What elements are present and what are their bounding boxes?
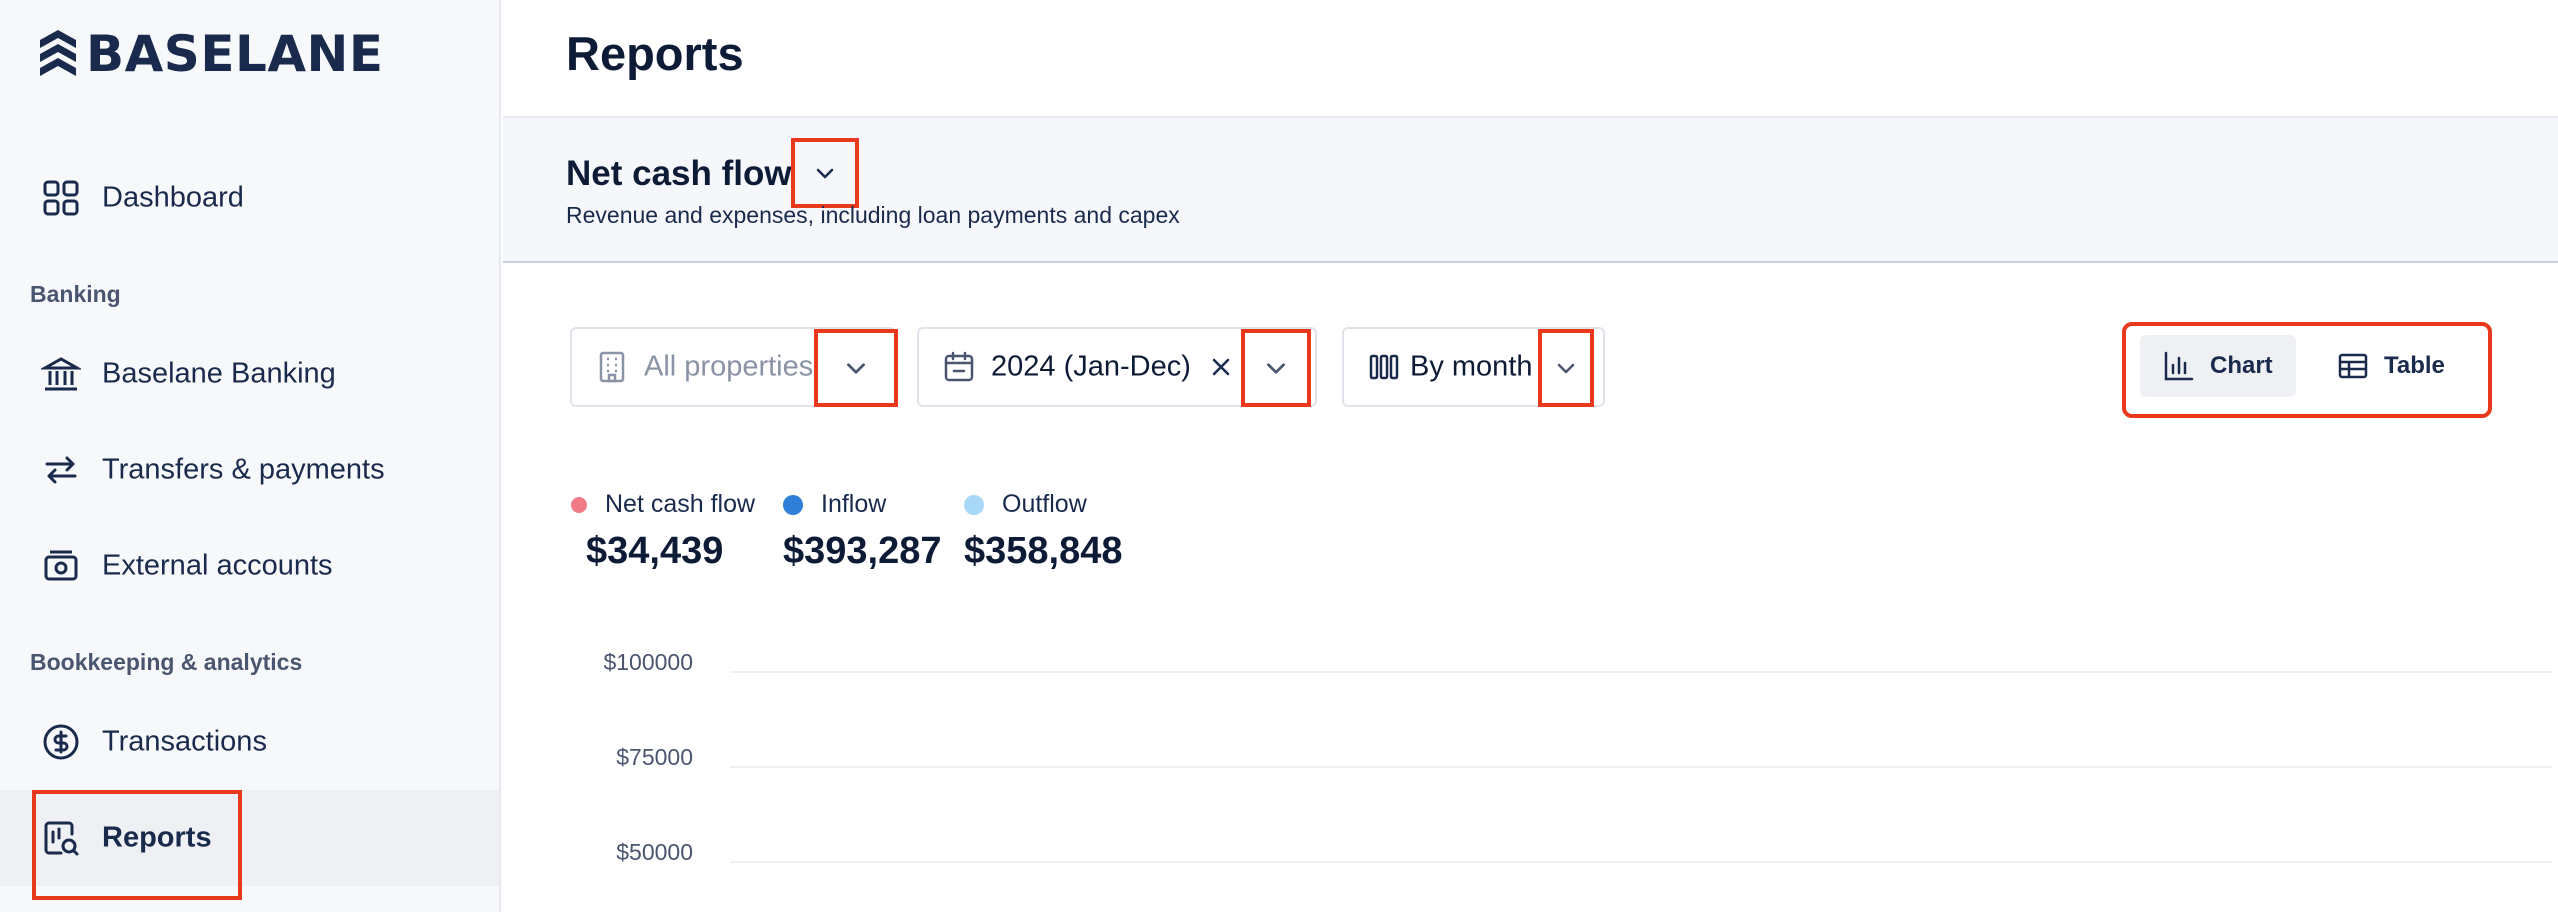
dashboard-icon	[43, 180, 79, 216]
page-title: Reports	[566, 27, 744, 80]
clear-icon[interactable]	[1210, 356, 1232, 378]
net-cash-flow-value: $34,439	[586, 530, 724, 572]
bar-chart-icon	[2164, 351, 2194, 381]
gridline	[730, 861, 2552, 863]
chart-view-button[interactable]: Chart	[2140, 335, 2296, 397]
outflow-value: $358,848	[964, 530, 1123, 572]
table-view-label: Table	[2384, 352, 2445, 379]
brand-name: BASELANE	[86, 25, 384, 83]
legend-outflow[interactable]: Outflow	[964, 490, 1087, 519]
properties-placeholder: All properties	[644, 350, 814, 383]
columns-icon	[1369, 354, 1399, 380]
chevron-down-icon	[816, 168, 834, 179]
sidebar-item-label: Baselane Banking	[102, 357, 336, 390]
reports-icon	[44, 821, 79, 856]
report-header: Net cash flow Revenue and expenses, incl…	[503, 118, 2558, 263]
sidebar-item-label: Dashboard	[102, 181, 244, 214]
sidebar-item-dashboard[interactable]: Dashboard	[0, 150, 499, 246]
legend-label: Inflow	[821, 490, 887, 518]
y-tick-label: $75000	[616, 744, 693, 770]
legend-label: Outflow	[1002, 490, 1087, 518]
grouping-dropdown-button[interactable]	[1538, 329, 1594, 407]
inflow-dot	[783, 494, 803, 515]
sidebar-item-reports[interactable]: Reports	[0, 790, 499, 900]
sidebar-item-label: Transfers & payments	[102, 453, 385, 486]
gridline	[730, 766, 2552, 768]
table-icon	[2338, 353, 2368, 379]
external-accounts-icon	[44, 550, 78, 581]
sidebar-item-label: Transactions	[102, 725, 267, 758]
main-content: Reports Net cash flow Revenue and expens…	[503, 0, 2558, 912]
date-range-value: 2024 (Jan-Dec)	[991, 350, 1191, 383]
outflow-dot	[964, 494, 984, 515]
building-icon	[599, 351, 625, 383]
sidebar-item-label: Reports	[102, 821, 212, 854]
bank-icon	[41, 357, 81, 391]
date-range-dropdown-button[interactable]	[1241, 329, 1311, 407]
report-title: Net cash flow	[566, 154, 792, 193]
section-label-banking: Banking	[30, 281, 121, 307]
table-view-button[interactable]: Table	[2314, 335, 2470, 397]
section-label-bookkeeping: Bookkeeping & analytics	[30, 649, 303, 675]
dollar-circle-icon	[43, 724, 79, 760]
properties-dropdown-button[interactable]	[814, 329, 898, 407]
sidebar: BASELANE Dashboard Banking Baselane Bank…	[0, 0, 501, 912]
legend-label: Net cash flow	[605, 490, 756, 518]
sidebar-item-transfers[interactable]: Transfers & payments	[0, 422, 499, 518]
grouping-value: By month	[1410, 350, 1533, 383]
chevron-down-icon	[1267, 363, 1285, 374]
chevron-down-icon	[847, 363, 865, 374]
view-toggle: Chart Table	[2122, 322, 2492, 418]
report-selector-dropdown[interactable]	[791, 138, 859, 208]
y-tick-label: $100000	[603, 649, 693, 675]
calendar-icon	[944, 351, 974, 382]
legend-inflow[interactable]: Inflow	[783, 490, 886, 519]
sidebar-item-baselane-banking[interactable]: Baselane Banking	[0, 326, 499, 422]
sidebar-item-transactions[interactable]: Transactions	[0, 694, 499, 790]
transfer-arrows-icon	[45, 456, 77, 484]
gridline	[730, 671, 2552, 673]
inflow-value: $393,287	[783, 530, 942, 572]
chevron-down-icon	[1557, 363, 1575, 374]
sidebar-item-label: External accounts	[102, 549, 333, 582]
sidebar-item-external-accounts[interactable]: External accounts	[0, 518, 499, 614]
net-cash-flow-dot	[571, 496, 587, 513]
y-tick-label: $50000	[616, 839, 693, 865]
legend-net-cash-flow[interactable]: Net cash flow	[571, 490, 755, 519]
baselane-logo-icon	[40, 30, 76, 76]
report-subtitle: Revenue and expenses, including loan pay…	[566, 202, 1180, 228]
chart-view-label: Chart	[2210, 352, 2273, 379]
baselane-logo[interactable]: BASELANE	[38, 26, 384, 82]
